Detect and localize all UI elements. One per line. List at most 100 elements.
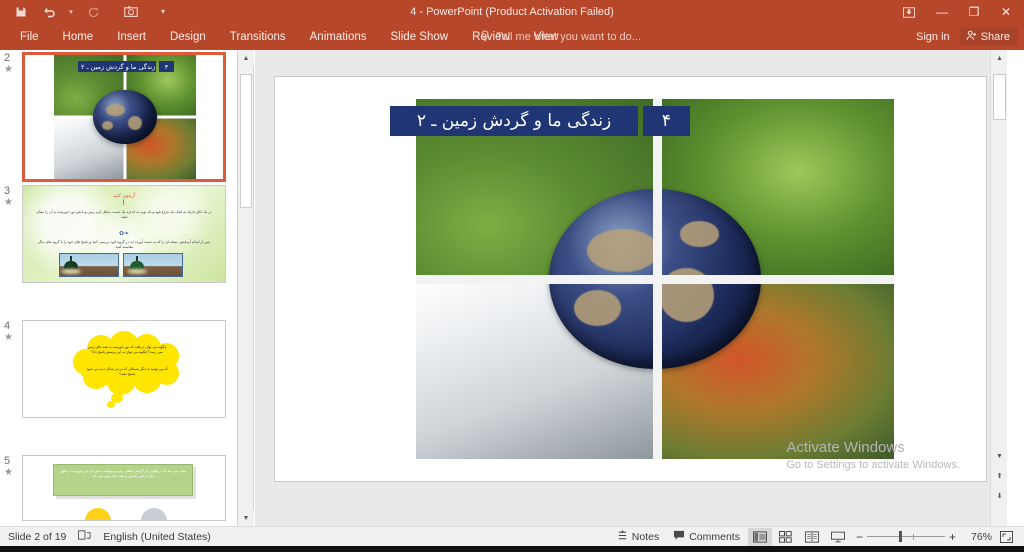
tab-transitions[interactable]: Transitions (218, 24, 298, 50)
thumbnail-slide-2[interactable]: 2 ★ زندگی ما و گردش زمین ـ ۲ ۴ (0, 50, 237, 183)
thumbnail-slide-3[interactable]: 3 ★ آزمون کنید ❗ در یک اتاق تاریک به کمک… (0, 183, 237, 318)
thumbnail-slide-title-number: ۴ (159, 61, 174, 72)
notes-label: Notes (631, 530, 660, 543)
current-slide[interactable]: زندگی ما و گردش زمین ـ ۲ ۴ Activate Wind… (275, 77, 986, 481)
normal-view-icon[interactable] (747, 527, 772, 546)
thumbnail-slide-title: زندگی ما و گردش زمین ـ ۲ (78, 61, 156, 72)
tab-animations[interactable]: Animations (298, 24, 379, 50)
zoom-out-button[interactable]: − (856, 530, 863, 544)
zoom-100-tick (912, 533, 914, 540)
slide-photo-seasons[interactable] (416, 99, 894, 459)
ribbon-display-options-icon[interactable] (892, 0, 926, 24)
slide-show-view-icon[interactable] (826, 528, 850, 546)
restore-button[interactable]: ❐ (958, 0, 990, 24)
share-person-icon (966, 30, 977, 44)
slide-editing-canvas[interactable]: زندگی ما و گردش زمین ـ ۲ ۴ Activate Wind… (255, 50, 1007, 526)
thumbnail-green-text: نشان می دهد که در واقع بر اثر گردش انتقا… (60, 469, 186, 479)
tab-design[interactable]: Design (158, 24, 218, 50)
work-area: 2 ★ زندگی ما و گردش زمین ـ ۲ ۴ 3 ★ آزمون… (0, 50, 1024, 526)
slide-title-number[interactable]: ۴ (643, 106, 690, 136)
notes-button[interactable]: Notes (611, 527, 665, 547)
activation-watermark-title: Activate Windows (786, 439, 905, 456)
thumbnail-slide-5[interactable]: 5 ★ نشان می دهد که در واقع بر اثر گردش ا… (0, 453, 237, 523)
share-label: Share (980, 31, 1010, 43)
redo-icon[interactable] (80, 1, 106, 23)
save-icon[interactable] (8, 1, 34, 23)
undo-icon[interactable] (36, 1, 62, 23)
scroll-up-arrow-icon[interactable]: ▲ (238, 50, 254, 66)
thumbnail-frame[interactable]: آزمون کنید ❗ در یک اتاق تاریک به کمک یک … (22, 185, 226, 283)
tell-me-search[interactable]: Tell me what you want to do... (480, 24, 641, 50)
gray-circle-shape (141, 508, 167, 520)
tab-file[interactable]: File (8, 24, 51, 50)
thumbnail-canvas: چگونه می توان دریافت که نور خورشید به هم… (23, 321, 225, 417)
tab-insert[interactable]: Insert (105, 24, 158, 50)
status-bar: Slide 2 of 19 English (United States) No… (0, 526, 1024, 546)
undo-dropdown-icon[interactable]: ▾ (64, 1, 78, 23)
animation-marker-icon: ★ (4, 467, 13, 478)
tab-home[interactable]: Home (51, 24, 106, 50)
white-post-horizontal (416, 275, 894, 284)
zoom-slider[interactable]: − + (852, 530, 960, 544)
animation-marker-icon: ★ (4, 332, 13, 343)
scrollbar-thumb[interactable] (993, 74, 1006, 120)
minimize-button[interactable]: — (926, 0, 958, 24)
sign-in-button[interactable]: Sign in (910, 31, 956, 43)
thumbnail-panel-scrollbar[interactable]: ▲ ▼ (238, 50, 254, 526)
status-bar-left: Slide 2 of 19 English (United States) (0, 529, 211, 544)
lightbulb-icon (480, 29, 490, 45)
share-button[interactable]: Share (959, 28, 1018, 46)
powerpoint-window: ▾ ▾ 4 - PowerPoint (Product Activation F… (0, 0, 1024, 552)
zoom-percent-label[interactable]: 76% (962, 531, 992, 543)
zoom-track[interactable] (866, 531, 945, 543)
scroll-down-arrow-icon[interactable]: ▼ (991, 448, 1008, 464)
comments-button[interactable]: Comments (667, 527, 746, 547)
scrollbar-thumb[interactable] (240, 74, 252, 208)
slide-indicator[interactable]: Slide 2 of 19 (8, 531, 66, 543)
title-bar: ▾ ▾ 4 - PowerPoint (Product Activation F… (0, 0, 1024, 24)
ribbon-right-actions: Sign in Share (910, 24, 1018, 50)
scroll-up-arrow-icon[interactable]: ▲ (991, 50, 1008, 66)
tab-slide-show[interactable]: Slide Show (379, 24, 461, 50)
thumbnail-bubble-text-1: چگونه می توان دریافت که نور خورشید به هم… (87, 345, 167, 355)
decorative-divider-icon: ✿❧ (118, 231, 130, 237)
activation-watermark-subtitle: Go to Settings to activate Windows. (786, 459, 960, 471)
slide-title-text[interactable]: زندگی ما و گردش زمین ـ ۲ (390, 106, 638, 136)
slide-thumbnail-panel[interactable]: 2 ★ زندگی ما و گردش زمین ـ ۲ ۴ 3 ★ آزمون… (0, 50, 238, 526)
accessibility-checker-icon[interactable] (78, 529, 91, 544)
yellow-circle-shape (85, 508, 111, 520)
thumbnail-photo: زندگی ما و گردش زمین ـ ۲ ۴ (54, 55, 196, 179)
thumbnail-paragraph-2: پس از انجام آزمایش، نتیجه ای را که به دس… (38, 240, 210, 250)
exclamation-icon: ❗ (120, 200, 128, 206)
thumbnail-green-textbox: نشان می دهد که در واقع بر اثر گردش انتقا… (53, 464, 193, 496)
thumbnail-frame[interactable]: زندگی ما و گردش زمین ـ ۲ ۴ (22, 52, 226, 182)
scroll-down-arrow-icon[interactable]: ▼ (238, 510, 254, 526)
slide-sorter-view-icon[interactable] (774, 528, 798, 546)
earth-globe-icon (93, 90, 157, 144)
customize-qat-icon[interactable]: ▾ (156, 1, 170, 23)
reading-view-icon[interactable] (800, 528, 824, 546)
canvas-scrollbar[interactable]: ▲ ▼ ⬆ ⬇ (990, 50, 1007, 526)
thumbnail-paragraph-1: در یک اتاق تاریک به کمک یک چراغ قوه و یک… (36, 210, 212, 220)
thumbnail-number: 2 (4, 52, 11, 64)
thumbnail-number: 5 (4, 455, 11, 467)
window-controls: — ❐ ✕ (892, 0, 1022, 24)
zoom-in-button[interactable]: + (949, 530, 956, 544)
windows-taskbar (0, 546, 1024, 552)
status-bar-right: Notes Comments − + 76% (611, 527, 1024, 547)
thumbnail-lamp-image-left (59, 253, 119, 277)
thumbnail-canvas: زندگی ما و گردش زمین ـ ۲ ۴ (25, 55, 223, 179)
zoom-handle[interactable] (898, 531, 902, 542)
language-indicator[interactable]: English (United States) (103, 531, 210, 543)
thumbnail-frame[interactable]: نشان می دهد که در واقع بر اثر گردش انتقا… (22, 455, 226, 521)
previous-slide-button[interactable]: ⬆ (991, 468, 1008, 484)
fit-slide-to-window-icon[interactable] (994, 528, 1018, 546)
next-slide-button[interactable]: ⬇ (991, 488, 1008, 504)
activation-watermark: Activate Windows Go to Settings to activ… (786, 438, 960, 473)
thumbnail-slide-4[interactable]: 4 ★ چگونه می توان دریافت که نور خورشید ب… (0, 318, 237, 453)
thought-bubble-shape (73, 331, 181, 408)
close-button[interactable]: ✕ (990, 0, 1022, 24)
start-from-beginning-icon[interactable] (118, 1, 144, 23)
thumbnail-frame[interactable]: چگونه می توان دریافت که نور خورشید به هم… (22, 320, 226, 418)
thumbnail-number: 4 (4, 320, 11, 332)
